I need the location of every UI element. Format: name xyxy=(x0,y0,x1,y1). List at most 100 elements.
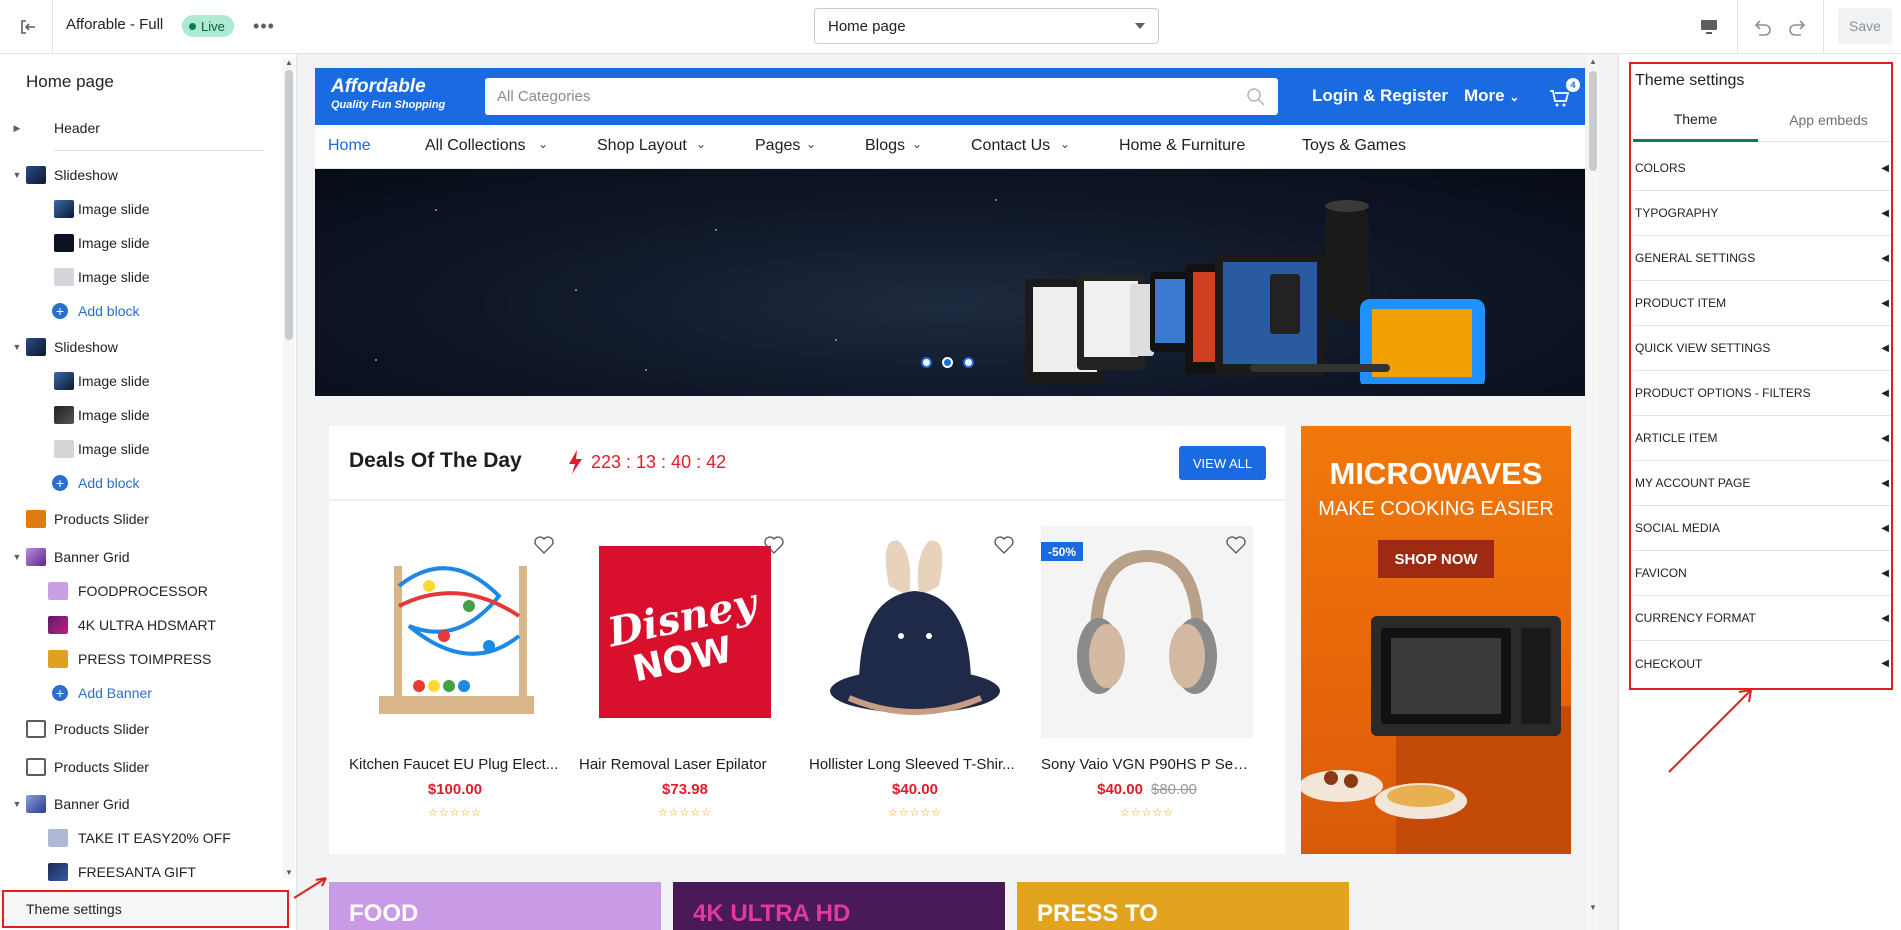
section-favicon[interactable]: FAVICON ◀ xyxy=(1633,551,1891,596)
tab-app-embeds[interactable]: App embeds xyxy=(1766,98,1891,142)
product-card[interactable]: Kitchen Faucet EU Plug Elect... $100.00 … xyxy=(349,526,561,826)
add-banner-button[interactable]: + Add Banner xyxy=(0,677,282,709)
more-menu[interactable]: More ⌄ xyxy=(1464,86,1519,106)
sidebar-item-banner[interactable]: FREESANTA GIFT xyxy=(0,856,282,888)
sidebar-item-banner[interactable]: TAKE IT EASY20% OFF xyxy=(0,822,282,854)
sidebar-item-banner[interactable]: PRESS TOIMPRESS xyxy=(0,643,282,675)
banner-press-to[interactable]: PRESS TO xyxy=(1017,882,1349,930)
sidebar-item-products-slider[interactable]: Products Slider xyxy=(0,713,282,745)
shop-now-button[interactable]: SHOP NOW xyxy=(1378,540,1494,578)
product-name[interactable]: Kitchen Faucet EU Plug Elect... xyxy=(349,756,561,773)
sidebar-item-products-slider[interactable]: Products Slider xyxy=(0,503,282,535)
scroll-up-icon[interactable]: ▲ xyxy=(1589,57,1597,66)
image-thumb-icon xyxy=(48,829,68,847)
sidebar-item-banner[interactable]: 4K ULTRA HDSMART xyxy=(0,609,282,641)
exit-icon[interactable] xyxy=(14,13,42,41)
nav-shop-layout[interactable]: Shop Layout xyxy=(597,137,687,155)
sidebar-item-banner-grid[interactable]: ▼ Banner Grid xyxy=(0,788,282,820)
nav-pages[interactable]: Pages xyxy=(755,137,800,155)
sidebar-item-label: TAKE IT EASY20% OFF xyxy=(78,830,231,846)
sidebar-item-image-slide[interactable]: Image slide xyxy=(0,399,282,431)
chevron-down-icon[interactable]: ▼ xyxy=(12,342,22,352)
chevron-down-icon[interactable]: ▼ xyxy=(12,170,22,180)
wishlist-heart-icon[interactable] xyxy=(533,534,555,556)
section-social-media[interactable]: SOCIAL MEDIA ◀ xyxy=(1633,506,1891,551)
undo-icon[interactable] xyxy=(1748,13,1776,41)
login-register-link[interactable]: Login & Register xyxy=(1312,86,1448,106)
live-dot-icon xyxy=(189,22,196,30)
preview-scrollbar[interactable]: ▲ ▼ xyxy=(1587,55,1599,930)
theme-settings-link[interactable]: Theme settings xyxy=(2,890,289,928)
section-label: TYPOGRAPHY xyxy=(1635,206,1719,220)
search-icon[interactable] xyxy=(1246,87,1266,107)
nav-home[interactable]: Home xyxy=(328,137,371,155)
store-logo[interactable]: Affordable Quality Fun Shopping xyxy=(331,76,445,111)
slide-dot-active[interactable] xyxy=(942,357,953,368)
more-actions-icon[interactable]: ••• xyxy=(252,14,276,38)
wishlist-heart-icon[interactable] xyxy=(763,534,785,556)
view-all-button[interactable]: VIEW ALL xyxy=(1179,446,1266,480)
sections-sidebar: Home page ▶ Header ▼ Slideshow Image sli… xyxy=(0,54,297,930)
chevron-right-icon[interactable]: ▶ xyxy=(12,123,22,133)
chevron-down-icon[interactable]: ▼ xyxy=(12,799,22,809)
sidebar-item-header[interactable]: ▶ Header xyxy=(0,112,282,144)
discount-badge: -50% xyxy=(1041,542,1084,561)
sidebar-item-banner-grid[interactable]: ▼ Banner Grid xyxy=(0,541,282,573)
page-select[interactable]: Home page xyxy=(814,8,1159,44)
product-name[interactable]: Sony Vaio VGN P90HS P Seri... xyxy=(1041,756,1253,773)
hero-slideshow[interactable] xyxy=(315,169,1585,396)
chevron-down-icon[interactable]: ▼ xyxy=(12,552,22,562)
product-card[interactable]: Disney NOW Hair Removal Laser Epilator $… xyxy=(579,526,791,826)
section-article-item[interactable]: ARTICLE ITEM ◀ xyxy=(1633,416,1891,461)
promo-banner-microwaves[interactable]: MICROWAVES MAKE COOKING EASIER SHOP NOW xyxy=(1301,426,1571,854)
save-button[interactable]: Save xyxy=(1838,8,1892,44)
product-name[interactable]: Hollister Long Sleeved T-Shir... xyxy=(809,756,1021,773)
slide-dot[interactable] xyxy=(963,357,974,368)
section-product-options[interactable]: PRODUCT OPTIONS - FILTERS ◀ xyxy=(1633,371,1891,416)
wishlist-heart-icon[interactable] xyxy=(1225,534,1247,556)
product-card[interactable]: Hollister Long Sleeved T-Shir... $40.00 … xyxy=(809,526,1021,826)
section-product-item[interactable]: PRODUCT ITEM ◀ xyxy=(1633,281,1891,326)
nav-blogs[interactable]: Blogs xyxy=(865,137,905,155)
slideshow-icon xyxy=(26,338,46,356)
add-block-button[interactable]: + Add block xyxy=(0,467,282,499)
sidebar-scrollbar[interactable]: ▲ ▼ xyxy=(283,58,295,878)
slide-dot[interactable] xyxy=(921,357,932,368)
sidebar-item-products-slider[interactable]: Products Slider xyxy=(0,751,282,783)
section-quick-view[interactable]: QUICK VIEW SETTINGS ◀ xyxy=(1633,326,1891,371)
redo-icon[interactable] xyxy=(1784,13,1812,41)
rating-stars: ☆☆☆☆☆ xyxy=(1119,807,1175,819)
scrollbar-thumb[interactable] xyxy=(1589,71,1597,171)
cart-icon[interactable]: 4 xyxy=(1548,78,1580,110)
store-search-input[interactable]: All Categories xyxy=(485,78,1278,115)
nav-home-furniture[interactable]: Home & Furniture xyxy=(1119,137,1245,155)
sidebar-item-image-slide[interactable]: Image slide xyxy=(0,227,282,259)
tab-theme[interactable]: Theme xyxy=(1633,98,1758,142)
add-block-button[interactable]: + Add block xyxy=(0,295,282,327)
section-my-account[interactable]: MY ACCOUNT PAGE ◀ xyxy=(1633,461,1891,506)
sidebar-item-slideshow[interactable]: ▼ Slideshow xyxy=(0,331,282,363)
product-card[interactable]: -50% Sony Vaio VGN P90HS P Seri... $40.0… xyxy=(1041,526,1253,826)
section-colors[interactable]: COLORS ◀ xyxy=(1633,146,1891,191)
section-general-settings[interactable]: GENERAL SETTINGS ◀ xyxy=(1633,236,1891,281)
scroll-up-icon[interactable]: ▲ xyxy=(285,58,293,67)
section-currency-format[interactable]: CURRENCY FORMAT ◀ xyxy=(1633,596,1891,641)
scrollbar-thumb[interactable] xyxy=(285,70,293,340)
sidebar-item-image-slide[interactable]: Image slide xyxy=(0,365,282,397)
sidebar-item-image-slide[interactable]: Image slide xyxy=(0,193,282,225)
product-name[interactable]: Hair Removal Laser Epilator xyxy=(579,756,791,773)
sidebar-item-slideshow[interactable]: ▼ Slideshow xyxy=(0,159,282,191)
scroll-down-icon[interactable]: ▼ xyxy=(1589,903,1597,912)
sidebar-item-image-slide[interactable]: Image slide xyxy=(0,433,282,465)
sidebar-item-banner[interactable]: FOODPROCESSOR xyxy=(0,575,282,607)
section-label: GENERAL SETTINGS xyxy=(1635,251,1756,265)
banner-4k-ultra-hd[interactable]: 4K ULTRA HD xyxy=(673,882,1005,930)
section-typography[interactable]: TYPOGRAPHY ◀ xyxy=(1633,191,1891,236)
desktop-preview-icon[interactable] xyxy=(1696,14,1722,40)
banner-food[interactable]: FOOD xyxy=(329,882,661,930)
sidebar-item-image-slide[interactable]: Image slide xyxy=(0,261,282,293)
wishlist-heart-icon[interactable] xyxy=(993,534,1015,556)
nav-contact-us[interactable]: Contact Us xyxy=(971,137,1050,155)
nav-toys-games[interactable]: Toys & Games xyxy=(1302,137,1406,155)
nav-all-collections[interactable]: All Collections xyxy=(425,137,525,155)
